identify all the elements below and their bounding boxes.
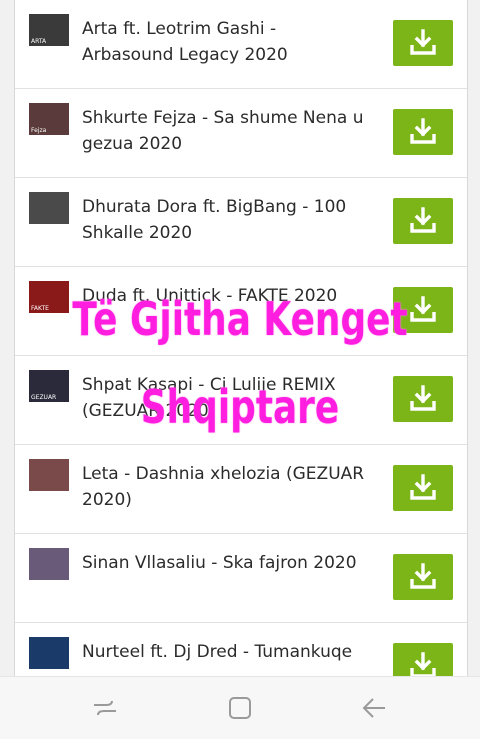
song-thumbnail[interactable]	[29, 548, 69, 580]
download-icon	[410, 652, 436, 676]
song-title[interactable]: Dhurata Dora ft. BigBang - 100 Shkalle 2…	[82, 194, 372, 246]
system-navigation-bar	[0, 676, 480, 739]
list-item[interactable]: Dhurata Dora ft. BigBang - 100 Shkalle 2…	[15, 178, 467, 267]
download-icon	[410, 385, 436, 411]
download-button[interactable]	[393, 376, 453, 422]
recents-button[interactable]	[87, 691, 123, 725]
list-item[interactable]: Fejza Shkurte Fejza - Sa shume Nena u ge…	[15, 89, 467, 178]
back-icon	[362, 698, 385, 718]
list-item[interactable]: Nurteel ft. Dj Dred - Tumankuqe	[15, 623, 467, 676]
download-button[interactable]	[393, 20, 453, 66]
thumbnail-caption: FAKTE	[31, 305, 49, 312]
recents-icon	[94, 700, 116, 716]
list-item[interactable]: ARTA Arta ft. Leotrim Gashi - Arbasound …	[15, 0, 467, 89]
song-title[interactable]: Nurteel ft. Dj Dred - Tumankuqe	[82, 639, 372, 665]
download-icon	[410, 296, 436, 322]
song-title[interactable]: Duda ft. Unittick - FAKTE 2020	[82, 283, 372, 309]
song-thumbnail[interactable]	[29, 637, 69, 669]
download-icon	[410, 118, 436, 144]
song-thumbnail[interactable]: ARTA	[29, 14, 69, 46]
song-title[interactable]: Shkurte Fejza - Sa shume Nena u gezua 20…	[82, 105, 372, 157]
song-title[interactable]: Arta ft. Leotrim Gashi - Arbasound Legac…	[82, 16, 372, 68]
song-title[interactable]: Shpat Kasapi - Ci Lulije REMIX (GEZUAR 2…	[82, 372, 372, 424]
download-button[interactable]	[393, 465, 453, 511]
song-title[interactable]: Leta - Dashnia xhelozia (GEZUAR 2020)	[82, 461, 372, 513]
song-thumbnail[interactable]: GEZUAR	[29, 370, 69, 402]
list-item[interactable]: FAKTE Duda ft. Unittick - FAKTE 2020	[15, 267, 467, 356]
song-thumbnail[interactable]: Fejza	[29, 103, 69, 135]
home-icon	[229, 697, 251, 719]
thumbnail-caption: Fejza	[31, 127, 47, 134]
list-item[interactable]: GEZUAR Shpat Kasapi - Ci Lulije REMIX (G…	[15, 356, 467, 445]
download-button[interactable]	[393, 643, 453, 676]
list-item[interactable]: Leta - Dashnia xhelozia (GEZUAR 2020)	[15, 445, 467, 534]
thumbnail-caption: GEZUAR	[31, 394, 57, 401]
song-thumbnail[interactable]: FAKTE	[29, 281, 69, 313]
download-icon	[410, 207, 436, 233]
song-thumbnail[interactable]	[29, 459, 69, 491]
download-icon	[410, 474, 436, 500]
list-item[interactable]: Sinan Vllasaliu - Ska fajron 2020	[15, 534, 467, 623]
download-button[interactable]	[393, 554, 453, 600]
home-button[interactable]	[222, 691, 258, 725]
download-button[interactable]	[393, 198, 453, 244]
download-button[interactable]	[393, 287, 453, 333]
download-icon	[410, 563, 436, 589]
back-button[interactable]	[356, 691, 392, 725]
thumbnail-caption: ARTA	[31, 38, 47, 45]
song-list: ARTA Arta ft. Leotrim Gashi - Arbasound …	[14, 0, 468, 676]
download-icon	[410, 29, 436, 55]
download-button[interactable]	[393, 109, 453, 155]
song-title[interactable]: Sinan Vllasaliu - Ska fajron 2020	[82, 550, 372, 576]
song-thumbnail[interactable]	[29, 192, 69, 224]
